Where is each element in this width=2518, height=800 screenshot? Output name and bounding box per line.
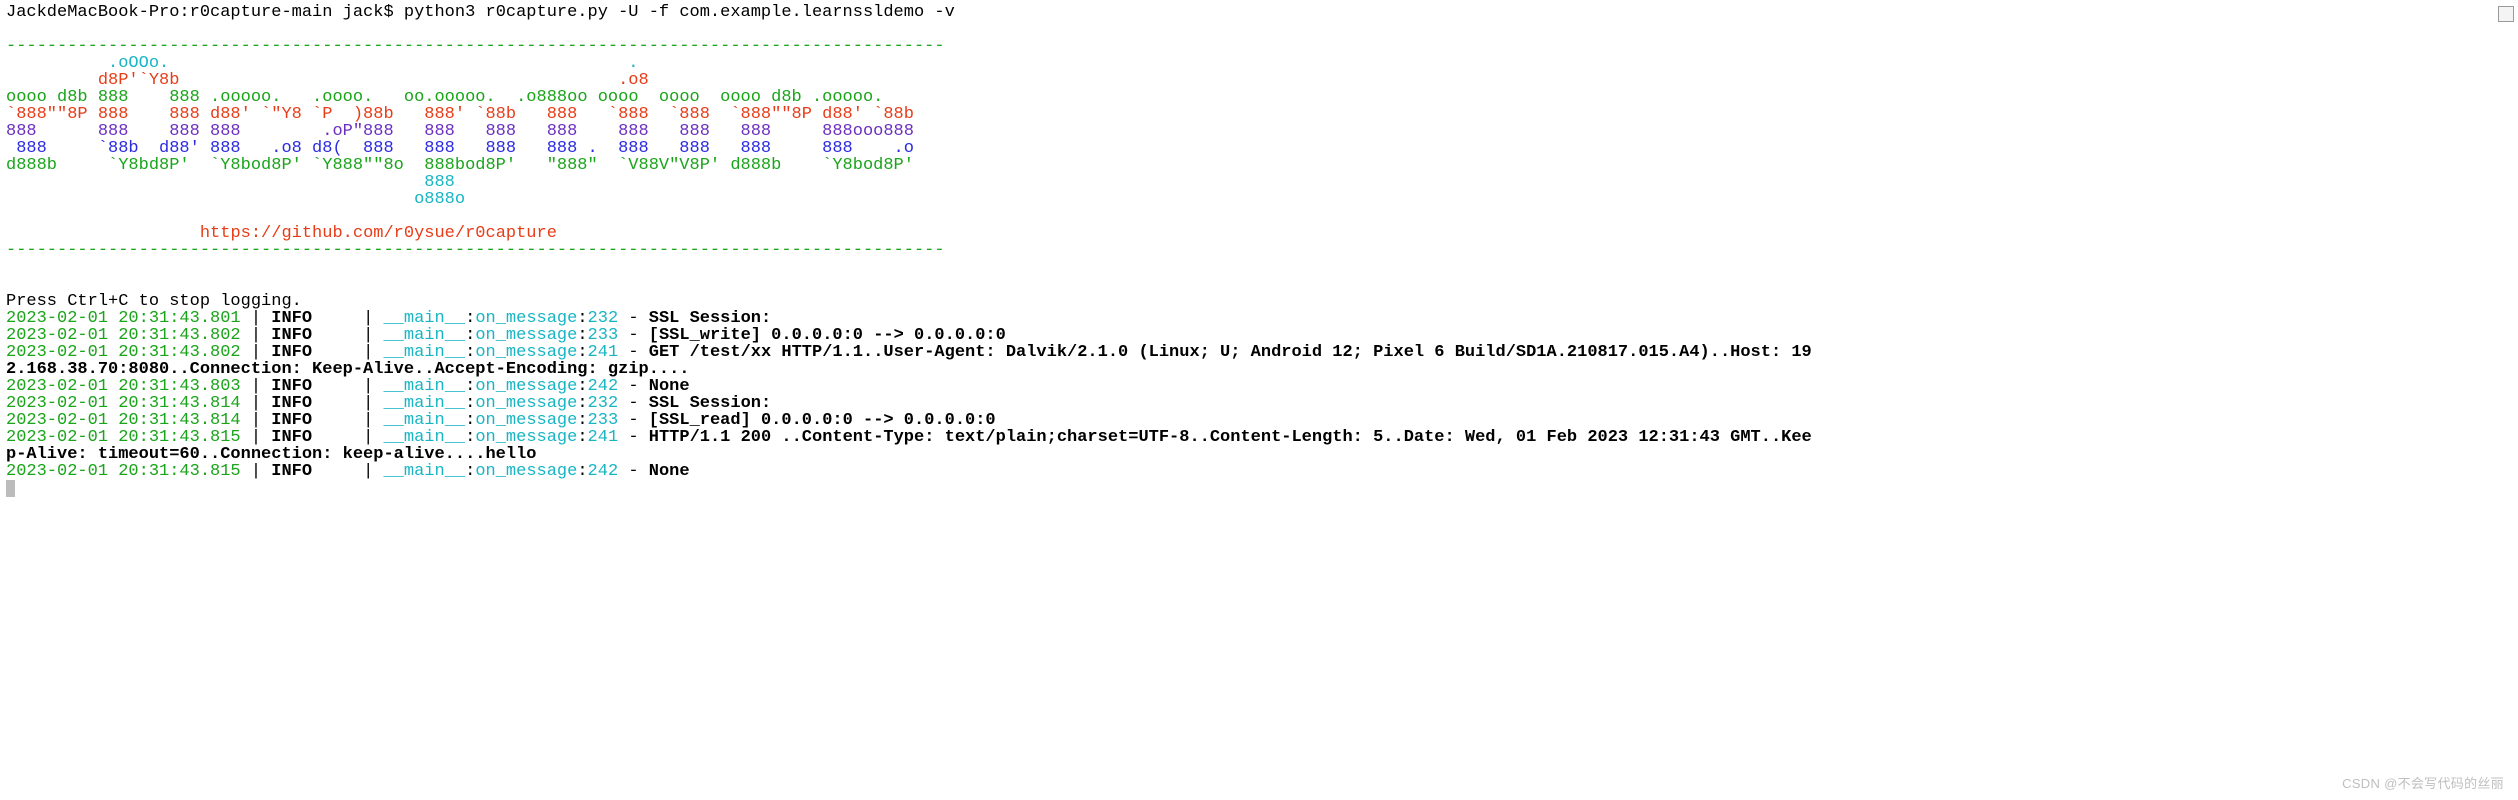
terminal-output: JackdeMacBook-Pro:r0capture-main jack$ p…	[0, 0, 2518, 501]
terminal-cursor	[6, 480, 15, 497]
scroll-indicator-icon	[2498, 6, 2514, 22]
watermark-text: CSDN @不会写代码的丝丽	[2342, 777, 2504, 790]
